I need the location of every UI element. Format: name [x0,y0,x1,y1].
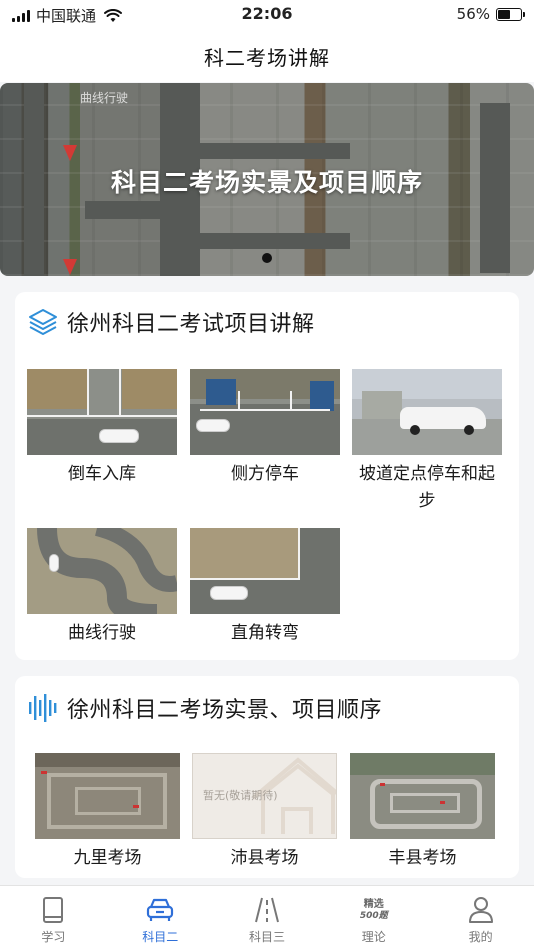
tab-study[interactable]: 学习 [0,886,107,950]
bottom-tab-bar: 学习 科目二 科目三 精选 500题 理论 我的 [0,885,534,950]
tab-theory[interactable]: 精选 500题 理论 [320,886,427,950]
status-bar: 中国联通 22:06 56% [0,0,534,30]
projects-section-header: 徐州科目二考试项目讲解 [27,306,315,338]
battery-icon [496,7,525,21]
project-thumb-right-angle-turn[interactable] [190,528,340,614]
audio-wave-icon [29,694,57,722]
project-thumb-reverse-parking[interactable] [27,369,177,455]
venue-label[interactable]: 沛县考场 [192,845,337,872]
venues-section: 徐州科目二考场实景、项目顺序 九里考场 暂无(敬请期待) 沛县考场 丰县考场 [15,676,519,878]
banner-watermark: 曲线行驶 [80,91,129,105]
venues-section-title: 徐州科目二考场实景、项目顺序 [67,698,383,723]
tab-label: 学习 [41,930,66,944]
badge-top: 精选 [363,898,384,910]
tab-label: 科目三 [248,930,285,944]
projects-section-title: 徐州科目二考试项目讲解 [67,312,315,337]
tab-profile[interactable]: 我的 [427,886,534,950]
question-bank-icon: 精选 500题 [360,896,388,924]
venue-thumb-jiuli[interactable] [35,753,180,839]
projects-section: 徐州科目二考试项目讲解 倒车入库 侧方停车 坡道定点停车和起步 曲线行驶 直角转… [15,292,519,660]
car-icon [146,896,174,924]
tab-label: 理论 [361,930,386,944]
venue-label[interactable]: 丰县考场 [350,845,495,872]
project-label[interactable]: 曲线行驶 [27,620,177,647]
banner-carousel[interactable]: 曲线行驶 科目二考场实景及项目顺序 [0,83,534,276]
tab-subject-three[interactable]: 科目三 [214,886,321,950]
venue-label[interactable]: 九里考场 [35,845,180,872]
road-icon [253,896,281,924]
book-icon [39,896,67,924]
venue-thumb-fengxian[interactable] [350,753,495,839]
project-thumb-side-parking[interactable] [190,369,340,455]
project-thumb-hill-start[interactable] [352,369,502,455]
layers-icon [29,309,57,335]
project-label[interactable]: 侧方停车 [190,461,340,488]
battery-fill [498,9,511,19]
venues-section-header: 徐州科目二考场实景、项目顺序 [27,692,382,724]
tab-label: 我的 [468,930,493,944]
status-right: 56% [456,5,525,23]
banner-title: 科目二考场实景及项目顺序 [110,168,423,197]
placeholder-text: 暂无(敬请期待) [203,789,278,802]
carousel-indicator-dot[interactable] [262,253,272,263]
tab-subject-two[interactable]: 科目二 [107,886,214,950]
project-thumb-curve-driving[interactable] [27,528,177,614]
venue-thumb-peixian-placeholder[interactable]: 暂无(敬请期待) [192,753,337,839]
nav-bar: 科二考场讲解 [0,30,534,82]
project-label[interactable]: 倒车入库 [27,461,177,488]
project-label[interactable]: 直角转弯 [190,620,340,647]
tab-label: 科目二 [142,930,179,944]
profile-icon [467,896,495,924]
page-title: 科二考场讲解 [204,45,330,70]
clock: 22:06 [241,4,293,23]
project-label[interactable]: 坡道定点停车和起步 [352,461,502,515]
badge-bottom: 500题 [359,910,388,921]
battery-percent: 56% [456,5,490,23]
